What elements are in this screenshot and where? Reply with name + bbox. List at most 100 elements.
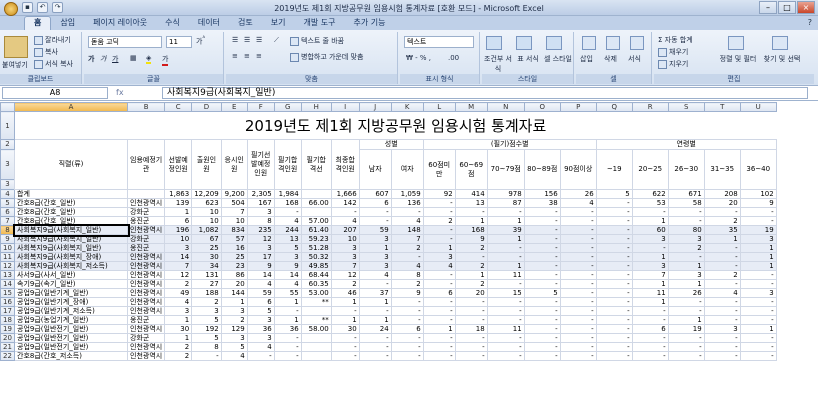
table-cell[interactable]: 6	[422, 288, 456, 298]
table-cell[interactable]: -	[422, 306, 456, 316]
table-cell[interactable]: -	[330, 351, 360, 361]
table-cell[interactable]: -	[273, 351, 302, 361]
table-cell[interactable]: 86	[220, 270, 248, 280]
table-cell[interactable]: 9	[454, 234, 488, 244]
cell-category[interactable]: 간호8급(간호_일반)	[14, 198, 128, 208]
table-cell[interactable]: 3	[246, 243, 275, 253]
font-name-select[interactable]: 돋움 고딕	[88, 36, 162, 48]
table-cell[interactable]: -	[523, 252, 561, 262]
table-cell[interactable]: 7	[220, 207, 248, 217]
table-cell[interactable]: 1	[486, 261, 525, 271]
table-cell[interactable]: 13	[454, 198, 488, 208]
header-taken[interactable]: 응시인원	[220, 139, 248, 190]
cell-category[interactable]: 공업9급(농업기계_일반)	[14, 315, 128, 325]
header-planned[interactable]: 선발예정인원	[164, 139, 193, 190]
table-cell[interactable]: 2	[330, 279, 360, 289]
table-cell[interactable]: 92	[422, 189, 456, 199]
table-cell[interactable]: 2	[191, 297, 222, 307]
table-cell[interactable]: 인천광역시	[126, 351, 166, 361]
table-cell[interactable]: -	[631, 351, 669, 361]
binoculars-icon[interactable]	[772, 36, 788, 50]
table-cell[interactable]: -	[523, 306, 561, 316]
table-cell[interactable]: -	[703, 306, 741, 316]
table-cell[interactable]: -	[191, 351, 222, 361]
row-header[interactable]: 17	[0, 306, 15, 316]
table-cell[interactable]: 20	[703, 198, 741, 208]
table-cell[interactable]: -	[703, 297, 741, 307]
table-cell[interactable]: 34	[191, 261, 222, 271]
header-age-19[interactable]: ~19	[595, 149, 633, 190]
table-cell[interactable]: 1	[422, 243, 456, 253]
table-cell[interactable]: 8	[390, 270, 424, 280]
table-cell[interactable]: 5	[191, 315, 222, 325]
table-cell[interactable]: 인천광역시	[126, 261, 166, 271]
table-cell[interactable]: -	[523, 261, 561, 271]
table-cell[interactable]: -	[667, 306, 705, 316]
table-cell[interactable]: 57.00	[300, 216, 332, 226]
table-cell[interactable]: 2	[422, 216, 456, 226]
table-cell[interactable]: -	[273, 306, 302, 316]
align-center-icon[interactable]: ≡	[244, 52, 250, 60]
table-cell[interactable]: -	[667, 207, 705, 217]
table-cell[interactable]: 7	[330, 261, 360, 271]
tab-insert[interactable]: 삽입	[51, 17, 84, 30]
currency-icon[interactable]: ₩ - % ,	[406, 54, 431, 62]
paste-icon[interactable]	[4, 36, 28, 58]
maximize-icon[interactable]: □	[778, 1, 796, 14]
column-header-M[interactable]: M	[454, 102, 488, 112]
table-cell[interactable]: -	[273, 342, 302, 352]
table-cell[interactable]: -	[523, 333, 561, 343]
table-format-icon[interactable]	[516, 36, 532, 50]
conditional-format-icon[interactable]	[486, 36, 502, 50]
column-header-F[interactable]: F	[246, 102, 275, 112]
table-cell[interactable]: 3	[246, 315, 275, 325]
table-cell[interactable]: -	[667, 216, 705, 226]
table-cell[interactable]: 144	[220, 288, 248, 298]
row-header[interactable]: 1	[0, 111, 15, 140]
delete-cells-icon[interactable]	[606, 36, 620, 50]
table-cell[interactable]: **	[300, 297, 332, 307]
table-format-button[interactable]: 표 서식	[514, 54, 542, 64]
table-cell[interactable]: 4	[220, 351, 248, 361]
table-cell[interactable]: 2	[454, 279, 488, 289]
table-cell[interactable]: 인천광역시	[126, 279, 166, 289]
table-cell[interactable]: 18	[454, 324, 488, 334]
table-cell[interactable]: 168	[454, 225, 488, 235]
table-cell[interactable]: 60.35	[300, 279, 332, 289]
table-cell[interactable]: 옹진군	[126, 216, 166, 226]
table-cell[interactable]: 58	[667, 198, 705, 208]
fill-button[interactable]: 채우기	[658, 47, 688, 57]
table-cell[interactable]	[300, 351, 332, 361]
column-header-I[interactable]: I	[330, 102, 360, 112]
cell-category[interactable]: 간호8급(간호_저소득)	[14, 351, 128, 361]
table-cell[interactable]: -	[358, 351, 392, 361]
autosum-button[interactable]: Σ 자동 합계	[658, 35, 693, 45]
table-cell[interactable]: 11	[486, 270, 525, 280]
table-cell[interactable]: -	[559, 342, 597, 352]
table-cell[interactable]: 11	[631, 288, 669, 298]
table-cell[interactable]: -	[486, 207, 525, 217]
column-header-T[interactable]: T	[703, 102, 741, 112]
table-cell[interactable]: -	[422, 198, 456, 208]
insert-button[interactable]: 삽입	[580, 54, 593, 64]
column-header-K[interactable]: K	[390, 102, 424, 112]
table-cell[interactable]: 4	[390, 261, 424, 271]
header-age-26[interactable]: 26~30	[667, 149, 705, 190]
table-cell[interactable]: 168	[273, 198, 302, 208]
header-score-90[interactable]: 90점이상	[559, 149, 597, 190]
table-cell[interactable]: 3	[703, 324, 741, 334]
table-cell[interactable]: 623	[191, 198, 222, 208]
table-cell[interactable]: -	[523, 270, 561, 280]
table-cell[interactable]: 인천광역시	[126, 324, 166, 334]
table-cell[interactable]: -	[486, 342, 525, 352]
table-cell[interactable]: 12	[330, 270, 360, 280]
table-cell[interactable]: 인천광역시	[126, 288, 166, 298]
table-cell[interactable]: -	[422, 279, 456, 289]
table-cell[interactable]: -	[454, 297, 488, 307]
cell-category[interactable]: 공업9급(일반전기_일반)	[14, 342, 128, 352]
table-cell[interactable]: -	[523, 243, 561, 253]
table-cell[interactable]: 36	[246, 324, 275, 334]
table-cell[interactable]: -	[358, 207, 392, 217]
table-cell[interactable]: -	[559, 243, 597, 253]
cell-category[interactable]: 공업9급(일반기계_일반)	[14, 288, 128, 298]
